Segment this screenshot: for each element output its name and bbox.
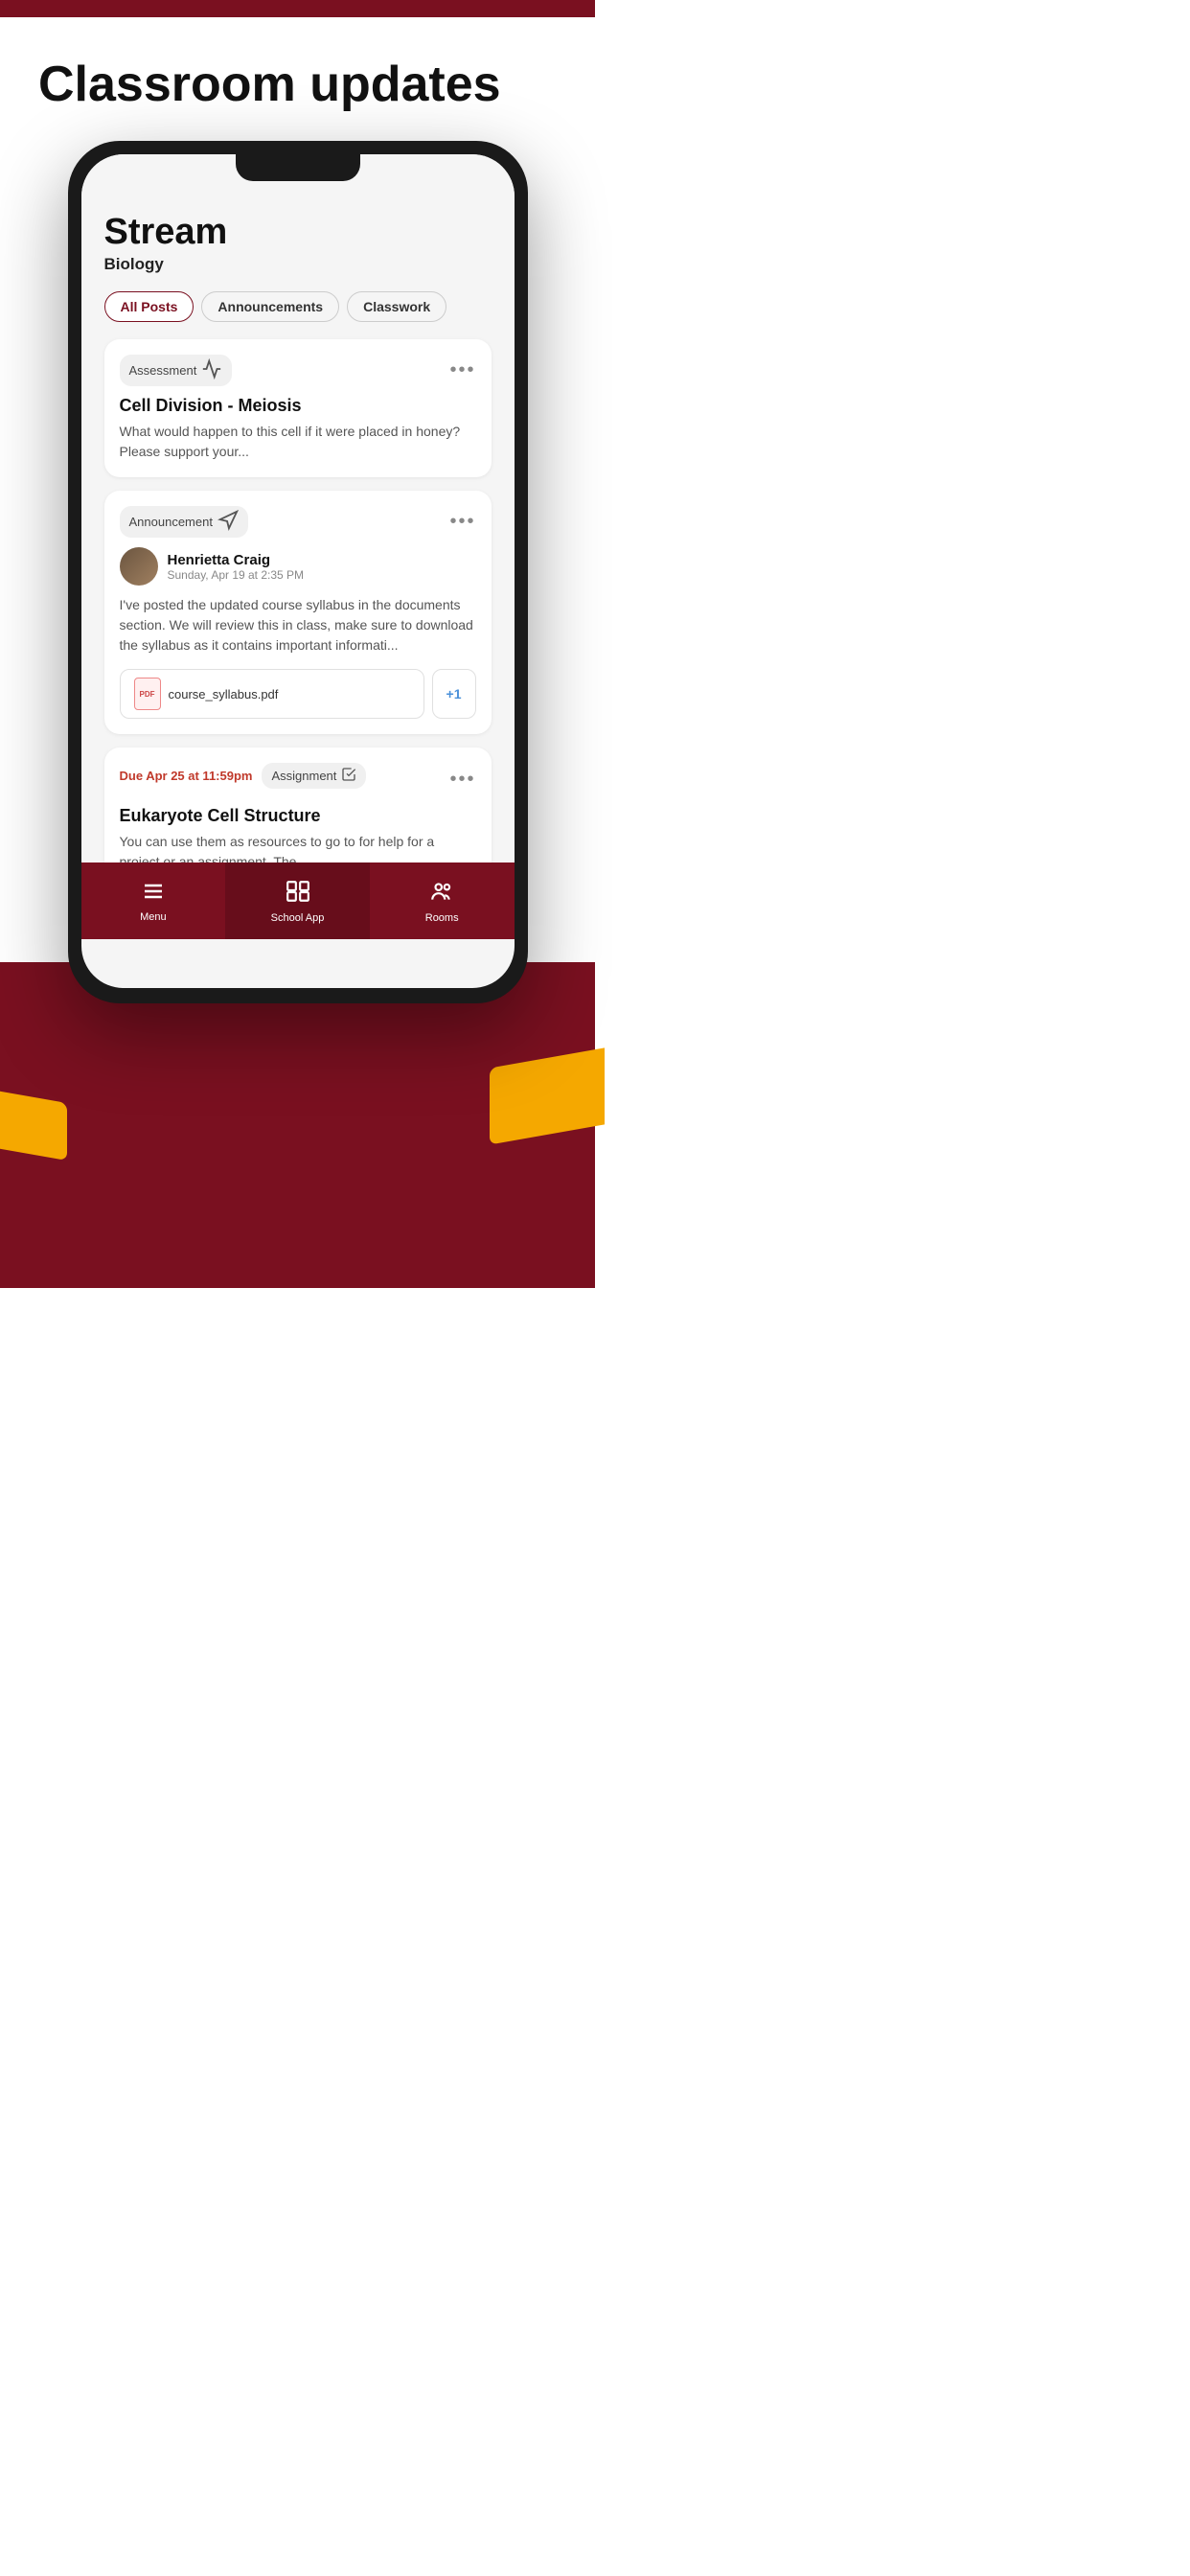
page-title: Classroom updates: [38, 58, 557, 112]
rooms-icon: [429, 879, 454, 908]
background-wrapper: Classroom updates Stream Biology All Pos…: [0, 0, 595, 1288]
pdf-icon: PDF: [134, 678, 161, 710]
attachment-name: course_syllabus.pdf: [169, 687, 279, 702]
menu-nav-label: Menu: [140, 911, 167, 923]
tabs-row: All Posts Announcements Classwork: [104, 291, 492, 322]
phone-screen: Stream Biology All Posts Announcements C…: [81, 154, 515, 988]
nav-rooms[interactable]: Rooms: [370, 862, 515, 939]
phone-notch: [236, 154, 360, 181]
announcement-card: Announcement •••: [104, 491, 492, 734]
bottom-nav: Menu School App: [81, 862, 515, 939]
assignment-body: You can use them as resources to go to f…: [120, 832, 476, 862]
author-date: Sunday, Apr 19 at 2:35 PM: [168, 568, 305, 582]
assessment-title: Cell Division - Meiosis: [120, 396, 476, 416]
tab-all-posts[interactable]: All Posts: [104, 291, 195, 322]
phone-wrapper: Stream Biology All Posts Announcements C…: [0, 141, 595, 1003]
assignment-badge-label: Assignment: [271, 769, 336, 783]
stream-header: Stream Biology: [104, 212, 492, 274]
attachment-pill[interactable]: PDF course_syllabus.pdf: [120, 669, 424, 719]
announcement-more-button[interactable]: •••: [449, 511, 475, 533]
due-label: Due Apr 25 at 11:59pm: [120, 769, 253, 783]
avatar: [120, 547, 158, 586]
assessment-more-button[interactable]: •••: [449, 359, 475, 381]
attachment-row: PDF course_syllabus.pdf +1: [120, 669, 476, 719]
assessment-body: What would happen to this cell if it wer…: [120, 422, 476, 462]
nav-menu[interactable]: Menu: [81, 862, 226, 939]
screen-content: Stream Biology All Posts Announcements C…: [81, 154, 515, 862]
assignment-card: Due Apr 25 at 11:59pm Assignment: [104, 748, 492, 862]
rooms-nav-label: Rooms: [425, 912, 459, 924]
nav-school-app[interactable]: School App: [225, 862, 370, 939]
assessment-card: Assessment ••• Cell Division - Meiosis W…: [104, 339, 492, 477]
assignment-icon: [341, 767, 356, 785]
stream-title: Stream: [104, 212, 492, 253]
tab-classwork[interactable]: Classwork: [347, 291, 446, 322]
author-info: Henrietta Craig Sunday, Apr 19 at 2:35 P…: [168, 552, 305, 582]
assignment-more-button[interactable]: •••: [449, 769, 475, 791]
megaphone-icon: [217, 510, 239, 534]
author-row: Henrietta Craig Sunday, Apr 19 at 2:35 P…: [120, 547, 476, 586]
phone-frame: Stream Biology All Posts Announcements C…: [68, 141, 528, 1003]
school-app-icon: [286, 879, 310, 908]
assessment-icon: [201, 358, 222, 382]
assessment-badge: Assessment: [120, 355, 233, 386]
stream-subtitle: Biology: [104, 255, 492, 274]
due-row: Due Apr 25 at 11:59pm Assignment: [120, 763, 367, 789]
announcement-body: I've posted the updated course syllabus …: [120, 595, 476, 656]
page-title-section: Classroom updates: [0, 0, 595, 141]
assignment-top-row: Due Apr 25 at 11:59pm Assignment: [120, 763, 476, 796]
avatar-image: [120, 547, 158, 586]
menu-icon: [142, 880, 165, 908]
announcement-top-row: Announcement •••: [120, 506, 476, 538]
announcement-badge: Announcement: [120, 506, 248, 538]
assignment-title: Eukaryote Cell Structure: [120, 806, 476, 826]
assessment-badge-label: Assessment: [129, 363, 197, 378]
extra-count-pill[interactable]: +1: [432, 669, 476, 719]
school-app-nav-label: School App: [271, 912, 325, 924]
tab-announcements[interactable]: Announcements: [201, 291, 339, 322]
assignment-badge: Assignment: [262, 763, 366, 789]
author-name: Henrietta Craig: [168, 552, 305, 568]
announcement-badge-label: Announcement: [129, 515, 213, 529]
card-top-row: Assessment •••: [120, 355, 476, 386]
